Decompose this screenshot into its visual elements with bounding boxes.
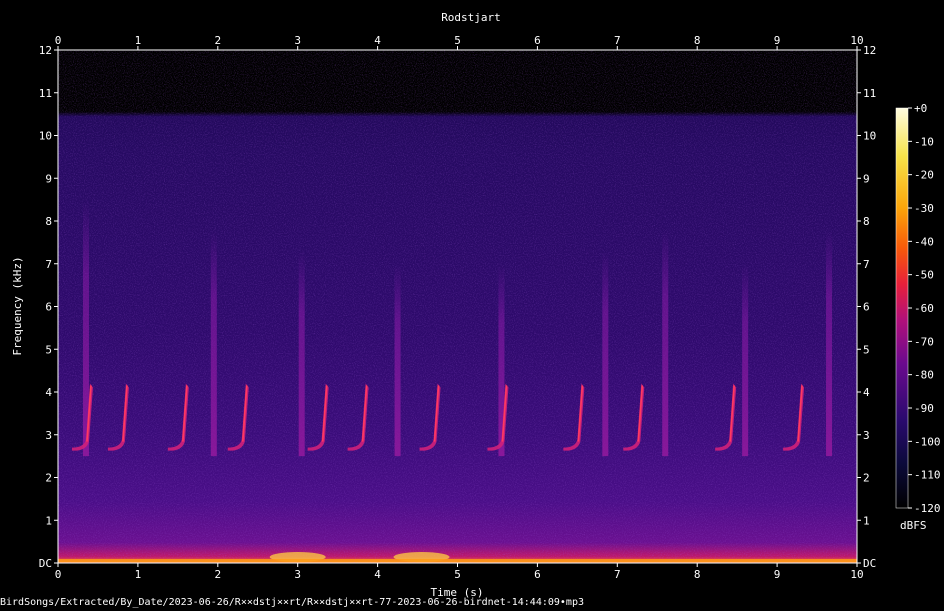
y-tick-label-right: 12	[863, 44, 876, 57]
y-tick-label-left: 11	[39, 87, 52, 100]
broadband-streak	[298, 250, 305, 457]
broadband-streak	[394, 263, 401, 457]
spectrogram-noise	[58, 50, 857, 563]
dc-band	[58, 559, 857, 562]
x-tick-label-top: 5	[454, 34, 461, 47]
x-tick-label-bottom: 10	[850, 568, 863, 581]
colorbar-label: dBFS	[900, 519, 927, 532]
y-tick-label-right: 8	[863, 215, 870, 228]
broadband-streak	[210, 229, 217, 457]
x-tick-label-bottom: 5	[454, 568, 461, 581]
x-tick-label-top: 6	[534, 34, 541, 47]
y-tick-label-left: 5	[45, 343, 52, 356]
plot-area	[57, 49, 858, 564]
broadband-streak	[662, 229, 669, 457]
x-tick-label-bottom: 2	[214, 568, 221, 581]
broadband-streak	[602, 250, 609, 457]
x-tick-label-top: 9	[774, 34, 781, 47]
x-tick-label-bottom: 8	[694, 568, 701, 581]
y-tick-label-right: DC	[863, 557, 876, 570]
file-path-footer: BirdSongs/Extracted/By_Date/2023-06-26/R…	[0, 597, 584, 608]
colorbar-tick-label: -70	[914, 335, 934, 348]
y-tick-label-left: 2	[45, 472, 52, 485]
colorbar-tick-label: -30	[914, 202, 934, 215]
y-tick-label-right: 4	[863, 386, 870, 399]
colorbar-tick-label: -40	[914, 235, 934, 248]
y-tick-label-left: 12	[39, 44, 52, 57]
colorbar-tick-label: -10	[914, 135, 934, 148]
y-tick-label-left: 3	[45, 429, 52, 442]
x-tick-label-top: 8	[694, 34, 701, 47]
y-tick-label-right: 3	[863, 429, 870, 442]
y-tick-label-left: DC	[39, 557, 52, 570]
y-tick-label-right: 10	[863, 130, 876, 143]
colorbar-tick-label: -20	[914, 169, 934, 182]
y-tick-label-right: 1	[863, 514, 870, 527]
colorbar-tick-label: -90	[914, 402, 934, 415]
x-tick-label-bottom: 1	[135, 568, 142, 581]
x-tick-label-top: 0	[55, 34, 62, 47]
y-tick-label-right: 5	[863, 343, 870, 356]
x-tick-label-top: 1	[135, 34, 142, 47]
y-tick-label-right: 11	[863, 87, 876, 100]
x-tick-label-bottom: 9	[774, 568, 781, 581]
x-tick-label-bottom: 0	[55, 568, 62, 581]
colorbar-tick-label: -80	[914, 369, 934, 382]
colorbar-tick-label: -110	[914, 469, 941, 482]
colorbar-scale	[895, 107, 909, 509]
y-tick-label-right: 9	[863, 172, 870, 185]
y-tick-label-left: 8	[45, 215, 52, 228]
y-tick-label-left: 7	[45, 258, 52, 271]
y-tick-label-left: 4	[45, 386, 52, 399]
spectrogram-chart: 001122334455667788991010DC DC1 12 23 34 45 56 6…	[11, 11, 941, 599]
y-tick-label-left: 6	[45, 301, 52, 314]
y-tick-label-left: 9	[45, 172, 52, 185]
chart-title: Rodstjart	[441, 11, 501, 24]
y-axis-label: Frequency (kHz)	[11, 256, 24, 355]
colorbar-tick-label: +0	[914, 102, 927, 115]
x-tick-label-bottom: 6	[534, 568, 541, 581]
x-tick-label-bottom: 3	[294, 568, 301, 581]
y-tick-label-right: 2	[863, 472, 870, 485]
y-tick-label-left: 1	[45, 514, 52, 527]
x-tick-label-bottom: 7	[614, 568, 621, 581]
colorbar-tick-label: -100	[914, 435, 941, 448]
x-tick-label-bottom: 4	[374, 568, 381, 581]
colorbar-tick-label: -50	[914, 269, 934, 282]
colorbar: +0 -10 -20 -30 -40 -50 -60 -70 -80 -90 -100 -110 -12…	[895, 102, 941, 532]
colorbar-tick-label: -60	[914, 302, 934, 315]
broadband-streak	[826, 229, 833, 457]
y-tick-label-right: 6	[863, 301, 870, 314]
broadband-streak	[742, 263, 749, 457]
colorbar-tick-label: -120	[914, 502, 941, 515]
x-tick-label-top: 2	[214, 34, 221, 47]
colorbar-ticks: +0 -10 -20 -30 -40 -50 -60 -70 -80 -90 -100 -110 -12…	[908, 102, 941, 515]
y-tick-label-left: 10	[39, 130, 52, 143]
x-tick-label-top: 10	[850, 34, 863, 47]
x-tick-label-top: 7	[614, 34, 621, 47]
x-tick-label-top: 3	[294, 34, 301, 47]
y-tick-label-right: 7	[863, 258, 870, 271]
x-tick-label-top: 4	[374, 34, 381, 47]
